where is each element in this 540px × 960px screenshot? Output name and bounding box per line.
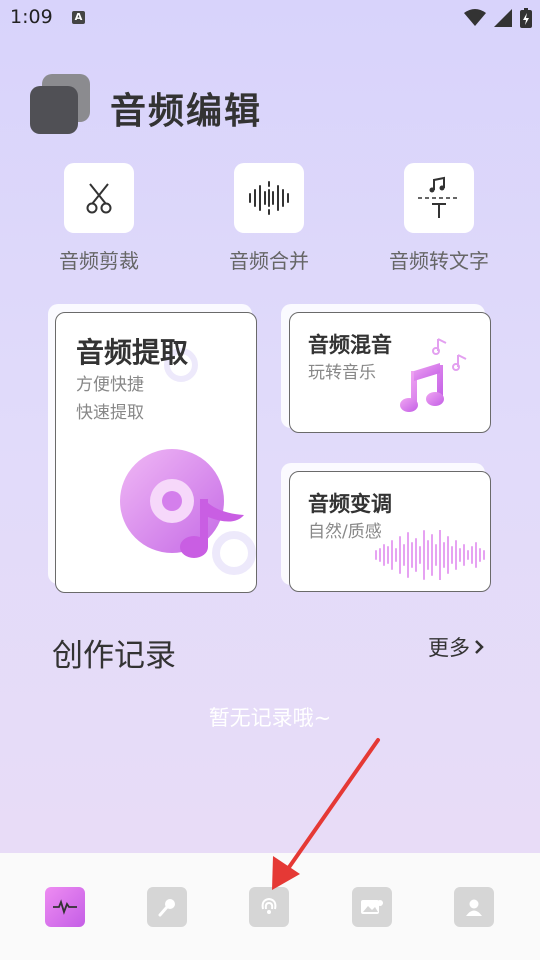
card-subtitle: 快速提取 bbox=[76, 403, 144, 423]
status-bar: 1:09 A bbox=[0, 0, 540, 36]
waveform-icon bbox=[249, 181, 289, 215]
ear-icon bbox=[261, 897, 277, 914]
more-link[interactable]: 更多 bbox=[428, 632, 484, 662]
signal-icon bbox=[494, 9, 512, 27]
music-text-icon bbox=[418, 176, 460, 218]
card-subtitle: 玩转音乐 bbox=[308, 363, 376, 383]
card-subtitle: 方便快捷 bbox=[76, 375, 144, 395]
chevron-right-icon bbox=[475, 640, 484, 654]
tool-audio-trim[interactable]: 音频剪裁 bbox=[19, 163, 179, 274]
image-icon bbox=[361, 900, 383, 914]
tool-audio-to-text[interactable]: 音频转文字 bbox=[359, 163, 519, 274]
bottom-nav bbox=[0, 853, 540, 960]
battery-icon bbox=[520, 8, 532, 28]
card-subtitle: 自然/质感 bbox=[308, 522, 382, 542]
status-icons bbox=[464, 8, 532, 28]
notification-icon: A bbox=[72, 11, 85, 24]
wifi-icon bbox=[464, 9, 486, 26]
waveform-icon bbox=[53, 899, 77, 915]
card-audio-pitch[interactable]: 音频变调 自然/质感 bbox=[289, 471, 491, 592]
music-note-icon bbox=[400, 338, 467, 412]
more-label: 更多 bbox=[428, 636, 470, 660]
status-time: 1:09 bbox=[10, 6, 53, 28]
sound-wave-graphic bbox=[375, 530, 485, 580]
tool-icon-box bbox=[64, 163, 134, 233]
card-title: 音频提取 bbox=[76, 336, 189, 369]
nav-microphone[interactable] bbox=[147, 887, 187, 927]
nav-profile[interactable] bbox=[454, 887, 494, 927]
nav-audio-edit[interactable] bbox=[45, 887, 85, 927]
tool-icon-box bbox=[234, 163, 304, 233]
microphone-icon bbox=[158, 899, 175, 917]
records-title: 创作记录 bbox=[52, 638, 176, 674]
empty-state-text: 暂无记录哦~ bbox=[208, 706, 332, 730]
card-title: 音频混音 bbox=[308, 333, 392, 357]
tool-audio-merge[interactable]: 音频合并 bbox=[189, 163, 349, 274]
tool-label: 音频转文字 bbox=[389, 249, 489, 273]
user-icon bbox=[466, 899, 482, 916]
card-audio-mix[interactable]: 音频混音 玩转音乐 bbox=[289, 312, 491, 433]
card-audio-extract[interactable]: 音频提取 方便快捷 快速提取 bbox=[55, 312, 257, 593]
card-title: 音频变调 bbox=[308, 492, 392, 516]
tool-icon-box bbox=[404, 163, 474, 233]
nav-listen[interactable] bbox=[249, 887, 289, 927]
page-title: 音频编辑 bbox=[110, 91, 263, 132]
scissors-icon bbox=[86, 183, 112, 214]
vinyl-music-icon bbox=[120, 449, 244, 558]
app-logo bbox=[30, 74, 92, 136]
nav-video[interactable] bbox=[352, 887, 392, 927]
tool-label: 音频剪裁 bbox=[59, 249, 139, 273]
tool-label: 音频合并 bbox=[229, 249, 309, 273]
